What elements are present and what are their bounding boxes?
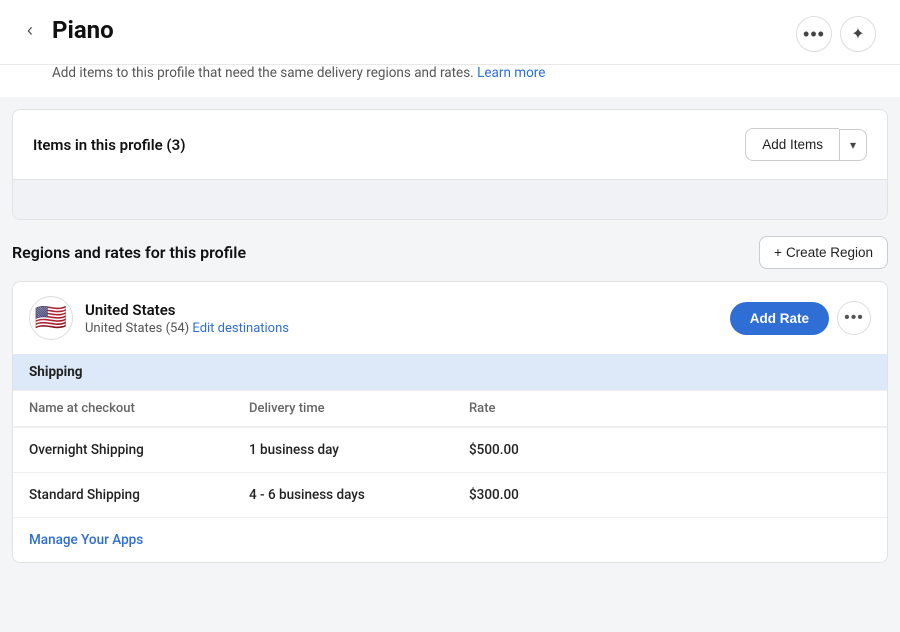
back-icon: ‹: [27, 20, 33, 41]
create-region-label: Create Region: [786, 245, 873, 260]
col-header-rate: Rate: [469, 401, 871, 416]
us-region-card: 🇺🇸 United States United States (54) Edit…: [12, 281, 888, 563]
subtitle-text: Add items to this profile that need the …: [52, 65, 474, 81]
header: ‹ Piano ••• ✦: [0, 0, 900, 65]
items-profile-title: Items in this profile (3): [33, 136, 185, 154]
region-sub: United States (54) Edit destinations: [85, 321, 289, 336]
sparkle-button[interactable]: ✦: [840, 16, 876, 52]
table-row: Standard Shipping 4 - 6 business days $3…: [13, 472, 887, 517]
col-header-name: Name at checkout: [29, 401, 249, 416]
learn-more-link[interactable]: Learn more: [477, 65, 545, 81]
plus-icon: +: [774, 245, 782, 260]
regions-section: Regions and rates for this profile + Cre…: [0, 220, 900, 571]
items-collapsed-area: [13, 179, 887, 219]
add-rate-button[interactable]: Add Rate: [730, 302, 829, 335]
subtitle-bar: Add items to this profile that need the …: [0, 65, 900, 97]
items-profile-header: Items in this profile (3) Add Items ▾: [13, 110, 887, 179]
table-row: Overnight Shipping 1 business day $500.0…: [13, 427, 887, 472]
manage-apps-link[interactable]: Manage Your Apps: [29, 532, 143, 548]
regions-title: Regions and rates for this profile: [12, 243, 246, 262]
row1-delivery: 1 business day: [249, 442, 469, 458]
region-info: 🇺🇸 United States United States (54) Edit…: [29, 296, 289, 340]
shipping-column-headers: Name at checkout Delivery time Rate: [13, 390, 887, 427]
row2-delivery: 4 - 6 business days: [249, 487, 469, 503]
regions-header: Regions and rates for this profile + Cre…: [12, 236, 888, 269]
region-details: United States United States (54) Edit de…: [85, 301, 289, 336]
row1-rate: $500.00: [469, 442, 871, 458]
edit-destinations-link[interactable]: Edit destinations: [192, 321, 289, 336]
row2-name: Standard Shipping: [29, 487, 249, 503]
more-options-button[interactable]: •••: [796, 16, 832, 52]
region-more-button[interactable]: •••: [837, 301, 871, 335]
row2-rate: $300.00: [469, 487, 871, 503]
more-icon: •••: [803, 24, 825, 45]
add-items-buttons: Add Items ▾: [745, 128, 867, 161]
col-header-delivery: Delivery time: [249, 401, 469, 416]
row1-name: Overnight Shipping: [29, 442, 249, 458]
us-flag-icon: 🇺🇸: [29, 296, 73, 340]
items-profile-card: Items in this profile (3) Add Items ▾: [12, 109, 888, 220]
region-name: United States: [85, 301, 289, 319]
region-sub-text: United States (54): [85, 321, 189, 336]
back-button[interactable]: ‹: [16, 16, 44, 44]
add-items-dropdown-button[interactable]: ▾: [839, 129, 867, 161]
region-actions: Add Rate •••: [730, 301, 871, 335]
add-items-button[interactable]: Add Items: [745, 128, 839, 161]
more-icon: •••: [844, 309, 864, 327]
region-card-header: 🇺🇸 United States United States (54) Edit…: [13, 282, 887, 354]
manage-apps-row: Manage Your Apps: [13, 517, 887, 562]
header-left: ‹ Piano: [16, 16, 114, 44]
sparkle-icon: ✦: [851, 24, 864, 44]
page-container: ‹ Piano ••• ✦ Add items to this profile …: [0, 0, 900, 632]
header-actions: ••• ✦: [796, 16, 876, 52]
chevron-down-icon: ▾: [850, 138, 856, 152]
page-title: Piano: [52, 16, 114, 44]
shipping-section-label: Shipping: [13, 354, 887, 390]
create-region-button[interactable]: + Create Region: [759, 236, 888, 269]
